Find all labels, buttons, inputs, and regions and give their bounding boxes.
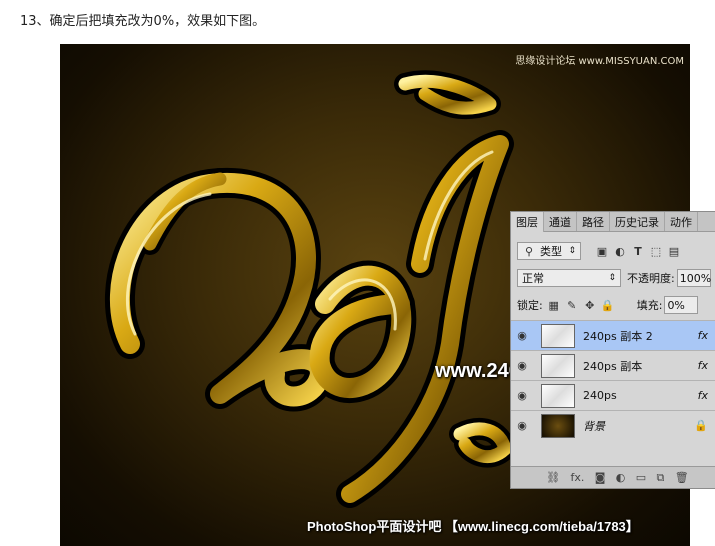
adjustment-icon[interactable]: ◐ [616,471,626,484]
fx-icon[interactable]: fx [698,389,708,402]
type-filter-icon[interactable]: T [631,244,645,258]
layer-row[interactable]: ◉ 背景 🔒 [511,410,715,440]
filter-kind-value: 类型 [540,245,562,258]
layer-thumbnail [541,413,575,438]
new-layer-icon[interactable]: ⧉ [657,471,665,485]
blend-row: 正常 ⇕ 不透明度: 100% [511,269,715,287]
filter-kind-select[interactable]: ⚲ 类型 ⇕ [517,242,581,260]
chevron-updown-icon: ⇕ [568,246,576,256]
tab-actions[interactable]: 动作 [665,212,698,231]
step-instruction: 13、确定后把填充改为0%，效果如下图。 [20,14,266,29]
opacity-label: 不透明度: [627,272,675,285]
mask-icon[interactable]: ◙ [595,471,606,484]
lock-all-icon[interactable]: 🔒 [601,298,615,312]
visibility-eye-icon[interactable]: ◉ [511,389,533,402]
tab-channels[interactable]: 通道 [544,212,577,231]
visibility-eye-icon[interactable]: ◉ [511,359,533,372]
layer-thumbnail [541,383,575,408]
layer-name: 背景 [583,419,605,433]
search-icon: ⚲ [524,244,534,258]
folder-icon[interactable]: ▭ [636,471,646,484]
opacity-value: 100% [679,271,712,285]
fill-value: 0% [667,298,685,312]
watermark-top-right: 思缘设计论坛 www.MISSYUAN.COM [515,56,684,67]
chevron-updown-icon: ⇕ [608,273,616,283]
fx-icon[interactable]: fx [698,329,708,342]
trash-icon[interactable]: 🗑 [675,471,689,484]
tab-paths[interactable]: 路径 [577,212,610,231]
lock-row: 锁定: ▦ ✎ ✥ 🔒 填充: 0% [511,296,715,314]
lock-icon: 🔒 [694,419,708,432]
shape-filter-icon[interactable]: ⬚ [649,244,663,258]
link-icon[interactable]: ⛓ [546,471,560,484]
watermark-bottom: PhotoShop平面设计吧 【www.linecg.com/tieba/178… [307,519,639,534]
layer-thumbnail [541,323,575,348]
fill-input[interactable]: 0% [664,296,699,314]
opacity-input[interactable]: 100% [676,269,712,287]
panel-bottom-toolbar: ⛓ fx. ◙ ◐ ▭ ⧉ 🗑 [511,466,715,488]
tab-layers[interactable]: 图层 [511,212,544,232]
fx-icon[interactable]: fx. [571,471,585,484]
adjustment-filter-icon[interactable]: ◐ [613,244,627,258]
layer-row[interactable]: ◉ 240ps 副本 fx [511,350,715,380]
layer-row[interactable]: ◉ 240ps fx [511,380,715,410]
lock-position-move-icon[interactable]: ✥ [583,298,597,312]
lock-pixels-brush-icon[interactable]: ✎ [565,298,579,312]
tab-history[interactable]: 历史记录 [610,212,665,231]
blend-mode-select[interactable]: 正常 ⇕ [517,269,621,287]
layer-name: 240ps 副本 2 [583,329,653,343]
layers-panel: 图层 通道 路径 历史记录 动作 ⚲ 类型 ⇕ ▣ ◐ T ⬚ ▤ 正常 ⇕ 不… [510,211,715,489]
layer-thumbnail [541,353,575,378]
layer-row[interactable]: ◉ 240ps 副本 2 fx [511,320,715,350]
fill-label: 填充: [636,299,663,312]
filter-row: ⚲ 类型 ⇕ ▣ ◐ T ⬚ ▤ [511,242,715,260]
smart-object-filter-icon[interactable]: ▤ [667,244,681,258]
layer-name: 240ps 副本 [583,359,643,373]
visibility-eye-icon[interactable]: ◉ [511,329,533,342]
lock-transparency-icon[interactable]: ▦ [547,298,561,312]
visibility-eye-icon[interactable]: ◉ [511,419,533,432]
layer-name: 240ps [583,389,617,402]
image-filter-icon[interactable]: ▣ [595,244,609,258]
panel-tabs: 图层 通道 路径 历史记录 动作 [511,212,715,232]
lock-label: 锁定: [517,299,543,312]
blend-mode-value: 正常 [522,272,544,285]
fx-icon[interactable]: fx [698,359,708,372]
